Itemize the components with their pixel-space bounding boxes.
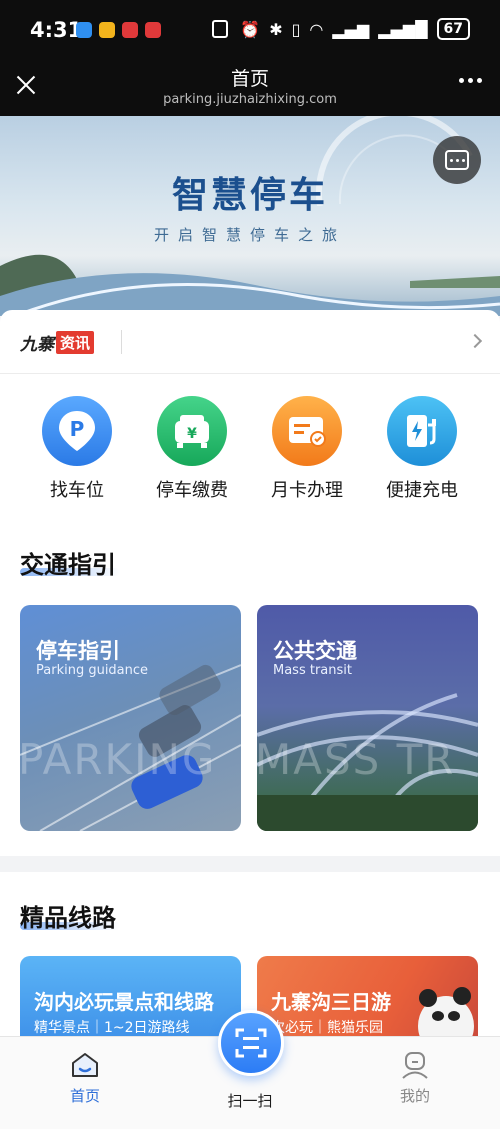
mass-transit-card[interactable]: MASS TR 公共交通 Mass transit — [257, 605, 478, 831]
nfc-icon — [212, 20, 228, 38]
status-indicators: ⏰ ✱ ▯ ◠ ▂▄▆ ▂▄▆█ 67 — [240, 18, 470, 40]
home-icon — [72, 1053, 98, 1077]
tab-label: 我的 — [399, 1087, 430, 1105]
nav-header: 首页 parking.jiuzhaizhixing.com — [0, 60, 500, 116]
card-watermark: MASS TR — [257, 735, 456, 784]
chevron-right-icon[interactable] — [467, 333, 483, 349]
quick-action-label: 月卡办理 — [271, 480, 343, 501]
divider — [121, 330, 122, 354]
news-tag: 资讯 — [56, 331, 95, 354]
section-title: 精品线路 — [20, 904, 116, 932]
card-watermark: PARKING — [20, 735, 217, 784]
page-title: 首页 — [230, 68, 269, 90]
wifi-icon: ◠ — [309, 19, 324, 39]
card-subtitle: Mass transit — [273, 663, 352, 678]
user-icon — [402, 1052, 428, 1079]
charging-button[interactable]: 便捷充电 — [367, 396, 477, 502]
route-title: 沟内必玩景点和线路 — [34, 990, 214, 1014]
charging-station-icon — [387, 396, 457, 466]
banner-subtitle: 开启智慧停车之旅 — [153, 226, 346, 244]
route-subtitle: 精华景点｜1~2日游路线 — [34, 1020, 190, 1036]
scan-label: 扫一扫 — [227, 1092, 273, 1110]
monthly-card-button[interactable]: 月卡办理 — [252, 396, 362, 502]
panda-graphic — [418, 987, 474, 1046]
vibrate-icon: ▯ — [291, 19, 301, 39]
page-url: parking.jiuzhaizhixing.com — [163, 92, 337, 107]
news-brand: 九寨 — [20, 335, 54, 355]
route-card[interactable]: 沟内必玩景点和线路 精华景点｜1~2日游路线 — [20, 956, 241, 1046]
svg-text:P: P — [70, 417, 85, 441]
route-card[interactable]: 九寨沟三日游 次必玩｜熊猫乐园 — [257, 956, 478, 1046]
battery-indicator: 67 — [436, 18, 470, 40]
scan-button[interactable] — [218, 1010, 284, 1076]
app-notification-icon — [122, 22, 138, 38]
status-time: 4:31 — [30, 18, 83, 42]
app-notification-icon — [145, 22, 161, 38]
scan-icon — [235, 1028, 267, 1058]
news-logo: 九寨 资讯 — [20, 330, 95, 355]
route-subtitle: 次必玩｜熊猫乐园 — [271, 1020, 383, 1036]
app-notification-icon — [76, 22, 92, 38]
tab-label: 首页 — [69, 1087, 100, 1105]
car-payment-icon: ¥ — [157, 396, 227, 466]
status-bar: 4:31 ⏰ ✱ ▯ ◠ ▂▄▆ ▂▄▆█ 67 — [0, 0, 500, 60]
card-title: 公共交通 — [273, 639, 357, 663]
quick-action-label: 便捷充电 — [386, 480, 458, 501]
bluetooth-icon: ✱ — [269, 19, 283, 39]
svg-text:¥: ¥ — [187, 426, 197, 442]
tab-home[interactable]: 首页 — [45, 1051, 125, 1106]
quick-action-label: 找车位 — [50, 480, 104, 501]
card-subtitle: Parking guidance — [36, 663, 149, 678]
hero-banner[interactable]: 智慧停车 开启智慧停车之旅 — [0, 116, 500, 316]
monthly-card-icon — [272, 396, 342, 466]
route-title: 九寨沟三日游 — [271, 990, 391, 1014]
app-notification-icon — [99, 22, 115, 38]
news-bar[interactable]: 九寨 资讯 — [0, 310, 500, 374]
alarm-icon: ⏰ — [240, 19, 261, 39]
find-parking-button[interactable]: P 找车位 — [22, 396, 132, 502]
signal-icon: ▂▄▆█ — [378, 19, 428, 39]
card-title: 停车指引 — [36, 639, 120, 663]
chat-button[interactable] — [433, 136, 481, 184]
tab-mine[interactable]: 我的 — [375, 1051, 455, 1106]
signal-icon: ▂▄▆ — [332, 19, 370, 39]
more-options-icon[interactable] — [459, 78, 482, 83]
quick-action-label: 停车缴费 — [156, 480, 228, 501]
chat-icon — [445, 150, 469, 170]
banner-title: 智慧停车 — [171, 175, 328, 216]
parking-payment-button[interactable]: ¥ 停车缴费 — [137, 396, 247, 502]
parking-guidance-card[interactable]: PARKING 停车指引 Parking guidance — [20, 605, 241, 831]
parking-location-icon: P — [42, 396, 112, 466]
quick-actions: P 找车位 ¥ 停车缴费 月卡办理 便捷充电 — [0, 374, 500, 520]
section-title: 交通指引 — [20, 551, 116, 579]
